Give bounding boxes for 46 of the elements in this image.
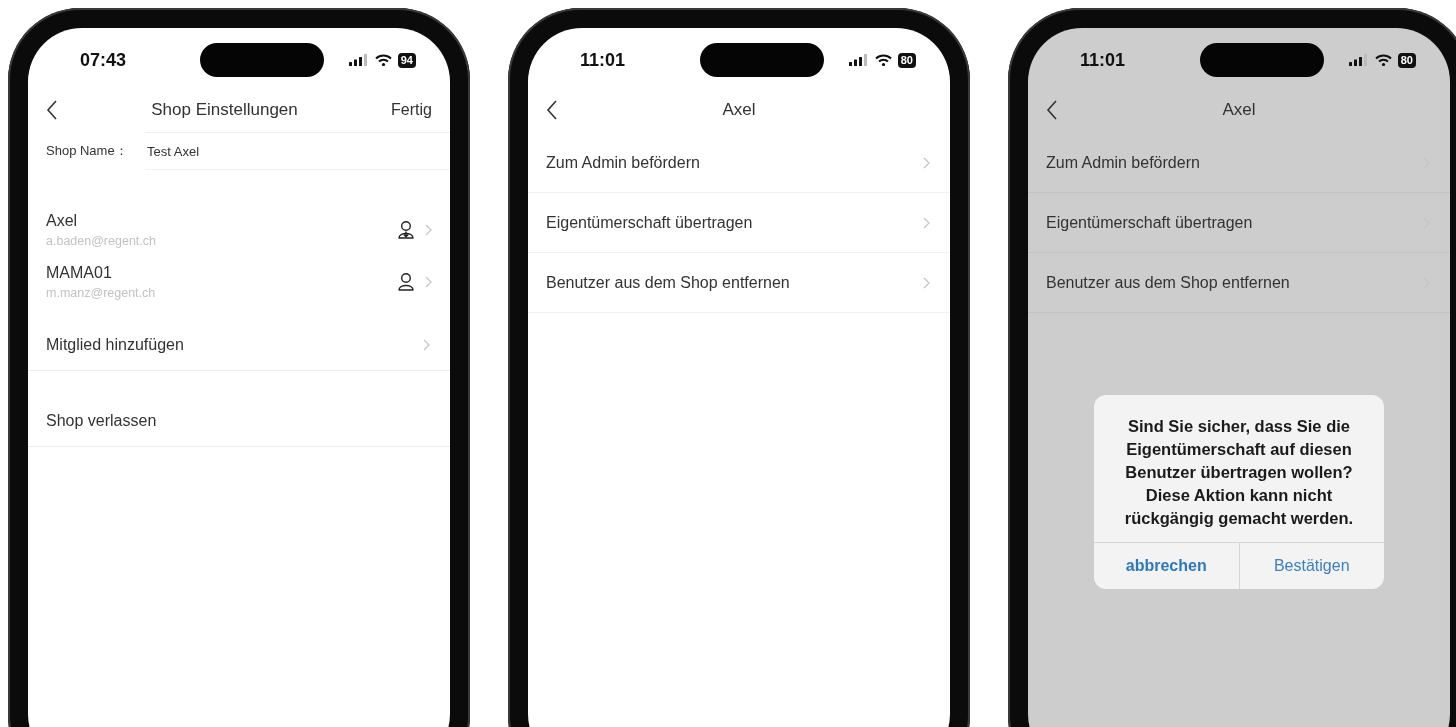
list-item[interactable]: Benutzer aus dem Shop entfernen	[528, 253, 950, 313]
back-icon[interactable]	[546, 100, 558, 120]
confirm-button[interactable]: Bestätigen	[1238, 543, 1384, 589]
chevron-right-icon	[923, 276, 930, 289]
member-item[interactable]: MAMA01 m.manz@regent.ch	[28, 256, 450, 308]
chevron-right-icon	[425, 276, 432, 288]
back-icon[interactable]	[46, 100, 58, 120]
back-icon[interactable]	[1046, 100, 1058, 120]
battery-level: 80	[1397, 52, 1416, 68]
member-email: a.baden@regent.ch	[46, 234, 157, 248]
signal-icon	[348, 54, 369, 66]
list-item[interactable]: Eigentümerschaft übertragen	[1028, 193, 1450, 253]
battery-level: 80	[897, 52, 916, 68]
done-link[interactable]: Fertig	[391, 101, 432, 119]
cancel-button[interactable]: abbrechen	[1094, 543, 1239, 589]
dialog-message: Sind Sie sicher, dass Sie die Eigentümerschaft auf diesen Benutzer übertragen wollen? Diese Aktion kann nicht rückgängig gemacht werden.	[1123, 416, 1355, 529]
list-item[interactable]: Eigentümerschaft übertragen	[528, 193, 950, 253]
shop-name-field[interactable]: Test Axel	[145, 143, 200, 159]
chevron-right-icon	[423, 338, 430, 351]
list-item[interactable]: Zum Admin befördern	[1028, 133, 1450, 193]
battery-level: 94	[397, 52, 416, 68]
person-icon	[397, 272, 415, 292]
screen-title: Axel	[721, 100, 757, 120]
field-label: Shop Name：	[46, 142, 128, 160]
screen-title: Axel	[1221, 100, 1257, 120]
status-time: 11:01	[1080, 49, 1127, 71]
wifi-icon	[374, 54, 392, 66]
member-name: MAMA01	[46, 264, 113, 282]
member-name: Axel	[46, 212, 79, 230]
chevron-right-icon	[923, 156, 930, 169]
member-email: m.manz@regent.ch	[46, 286, 157, 300]
member-item[interactable]: Axel a.baden@regent.ch	[28, 204, 450, 256]
list-item[interactable]: Shop verlassen	[28, 395, 450, 447]
signal-icon	[848, 54, 869, 66]
person-download-icon	[397, 220, 415, 240]
status-time: 07:43	[80, 49, 128, 71]
wifi-icon	[874, 54, 892, 66]
wifi-icon	[1374, 54, 1392, 66]
list-item[interactable]: Benutzer aus dem Shop entfernen	[1028, 253, 1450, 313]
screen-title: Shop Einstellungen	[150, 100, 299, 120]
signal-icon	[1348, 54, 1369, 66]
chevron-right-icon	[923, 216, 930, 229]
list-item[interactable]: Zum Admin befördern	[528, 133, 950, 193]
list-item[interactable]: Mitglied hinzufügen	[28, 319, 450, 371]
chevron-right-icon	[425, 224, 432, 236]
status-time: 11:01	[580, 49, 627, 71]
